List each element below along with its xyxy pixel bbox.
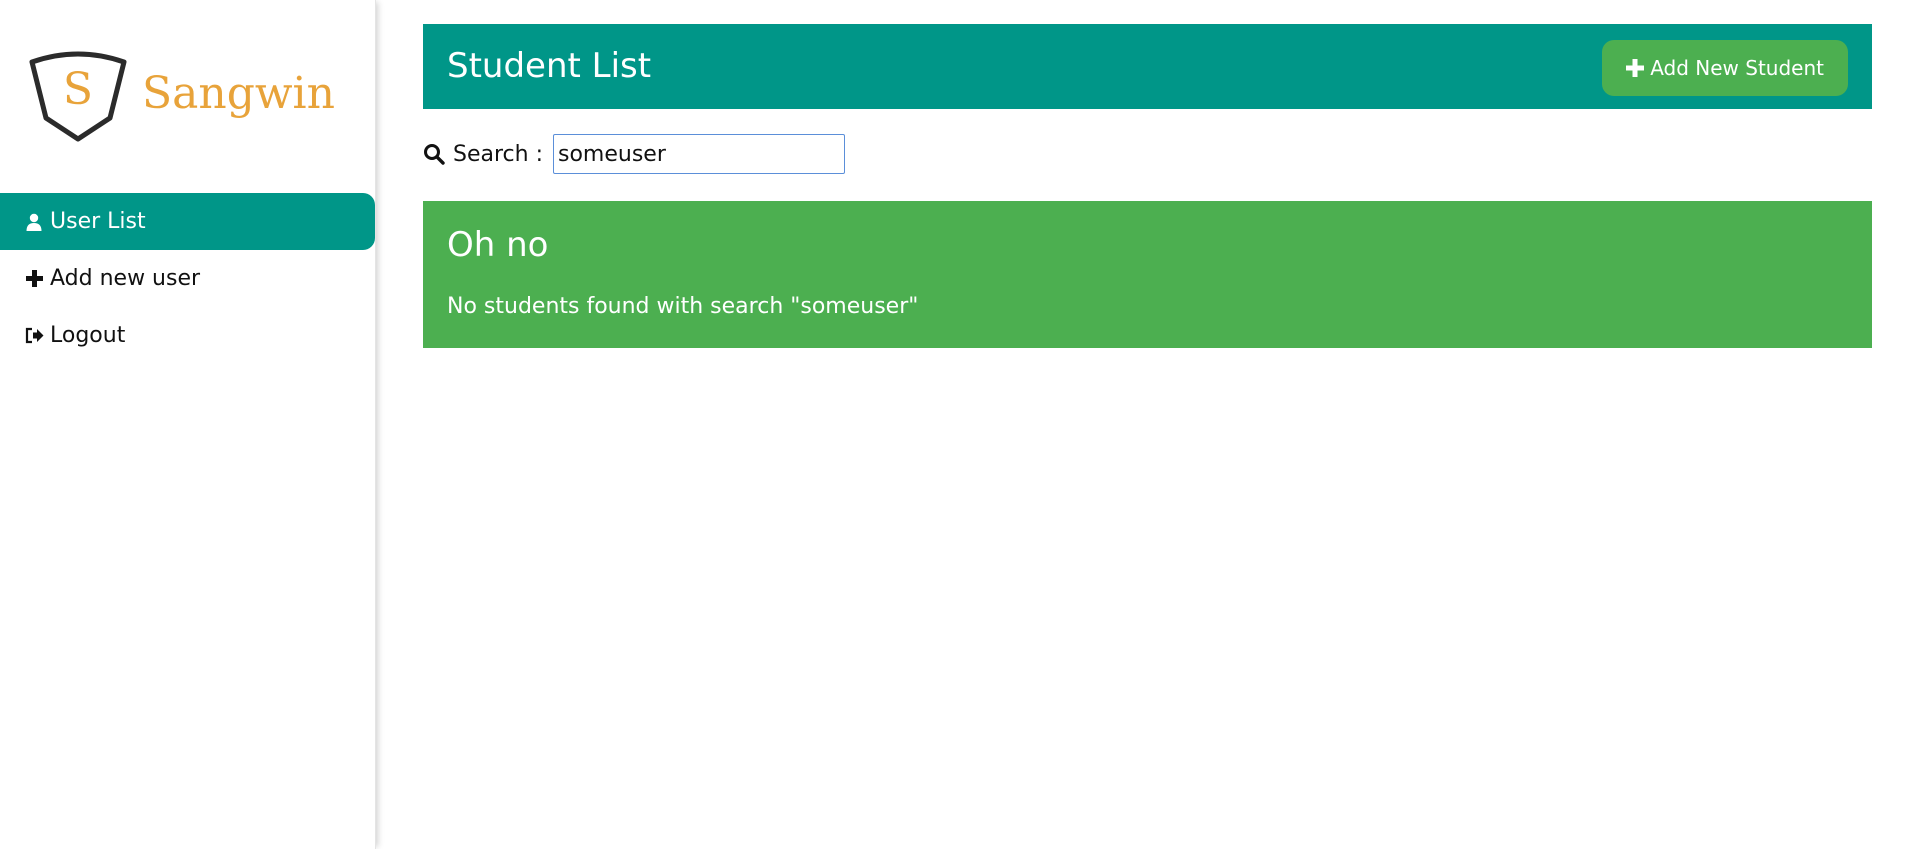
sidebar-item-label: User List <box>50 209 146 234</box>
alert-title: Oh no <box>447 225 549 265</box>
user-icon <box>24 212 44 232</box>
sidebar-item-logout[interactable]: Logout <box>0 307 375 364</box>
add-new-student-button[interactable]: Add New Student <box>1602 40 1848 96</box>
brand-letter: S <box>62 64 94 115</box>
search-input[interactable] <box>553 134 845 174</box>
plus-icon <box>1626 59 1645 77</box>
search-bar: Search : <box>423 131 1872 177</box>
add-new-student-label: Add New Student <box>1650 56 1824 80</box>
page-title: Student List <box>447 46 652 86</box>
alert-message: No students found with search "someuser" <box>447 294 919 319</box>
sidebar-item-label: Add new user <box>50 266 201 291</box>
brand-name: Sangwin <box>142 68 335 119</box>
no-results-alert: Oh no No students found with search "som… <box>423 201 1872 348</box>
sidebar-item-user-list[interactable]: User List <box>0 193 375 250</box>
plus-icon <box>24 269 44 289</box>
sidebar-nav: User List Add new user Logout <box>0 193 375 364</box>
search-icon <box>423 143 445 165</box>
sidebar: S Sangwin User List Add new user Logout <box>0 0 376 849</box>
main-content: Student List Add New Student Search : so… <box>423 24 1872 348</box>
sidebar-item-label: Logout <box>50 323 126 348</box>
page-header: Student List Add New Student <box>423 24 1872 109</box>
search-label: Search : <box>453 141 543 167</box>
brand-logo[interactable]: S Sangwin <box>28 48 335 143</box>
sign-out-icon <box>24 326 44 346</box>
sidebar-item-add-new-user[interactable]: Add new user <box>0 250 375 307</box>
app: S Sangwin User List Add new user Logout … <box>0 0 1920 849</box>
